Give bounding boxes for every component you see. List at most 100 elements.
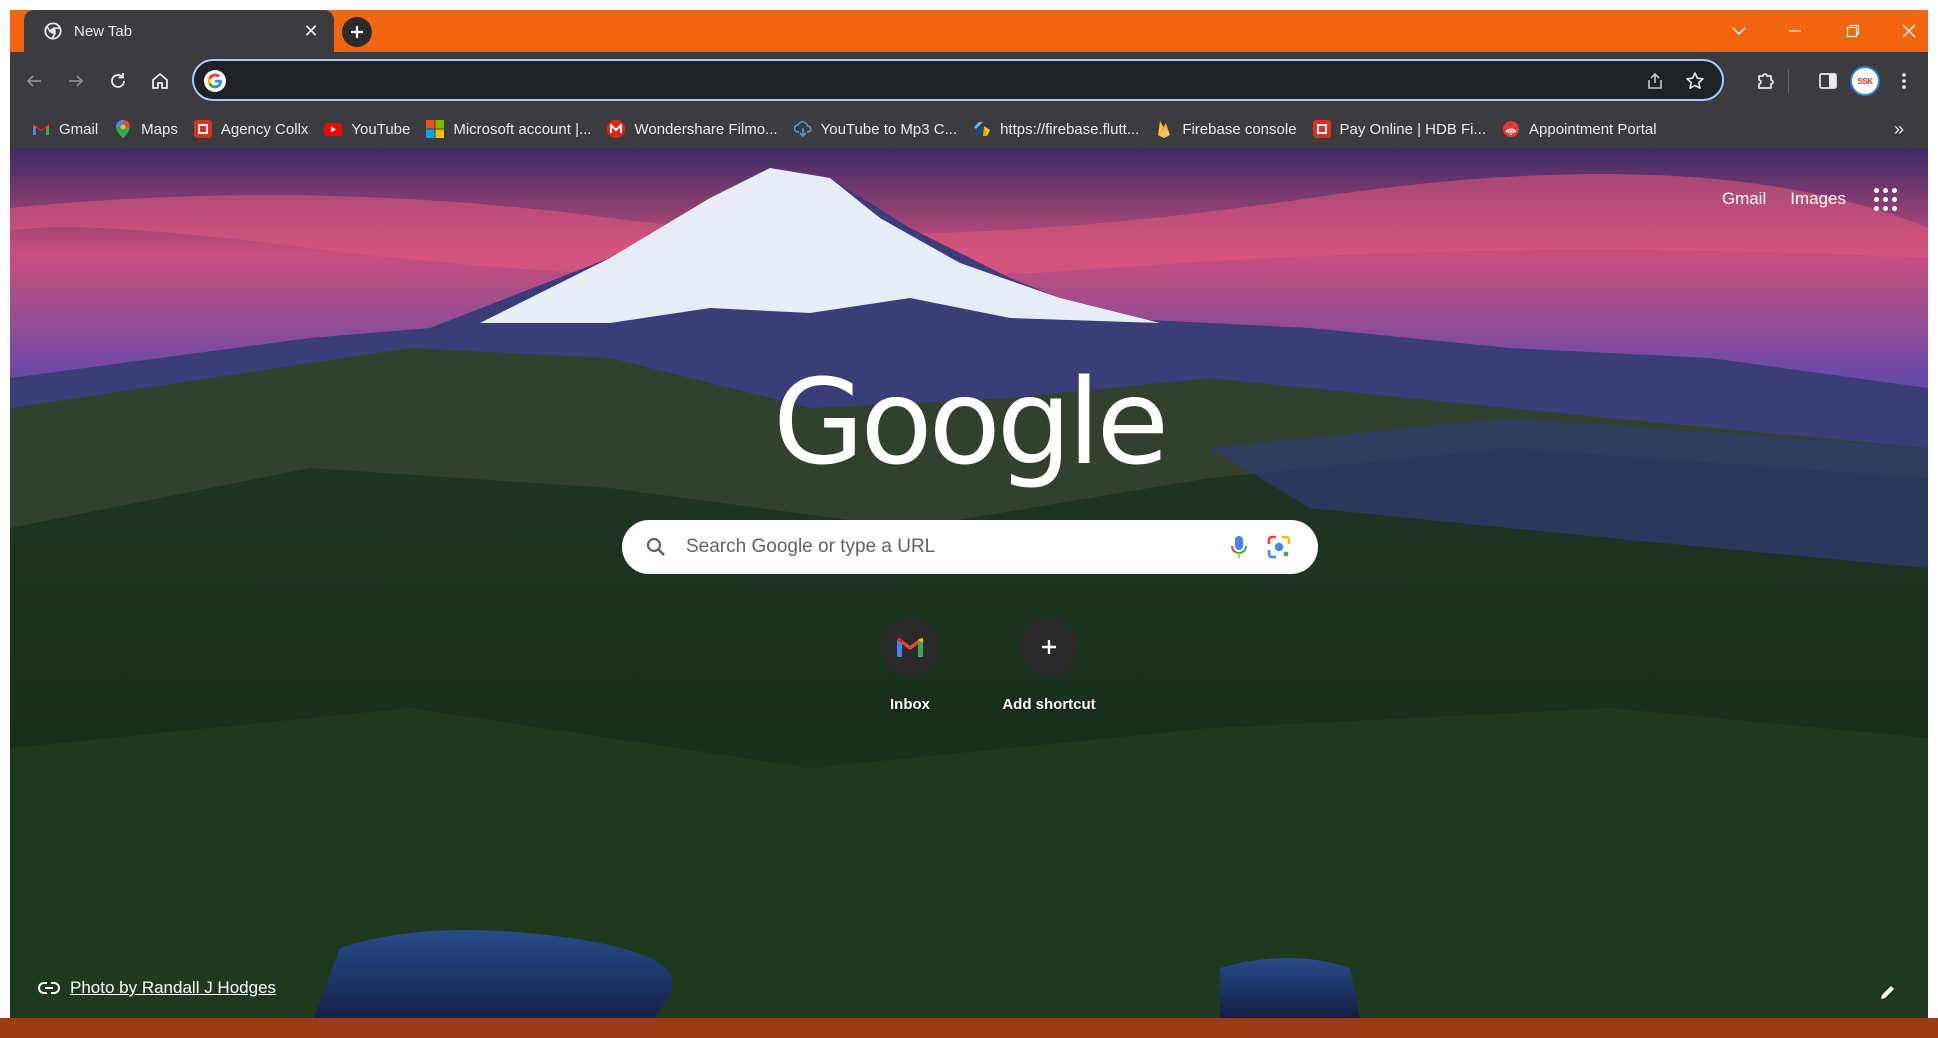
add-shortcut-button[interactable]: Add shortcut (993, 618, 1105, 713)
shortcut-icon-container (881, 618, 939, 676)
share-button[interactable] (1640, 66, 1670, 96)
arrow-right-icon (69, 75, 84, 87)
address-bar[interactable] (192, 59, 1724, 101)
bookmark-label: Agency Collx (220, 120, 309, 138)
firebase-icon (1155, 120, 1173, 138)
side-panel-button[interactable] (1810, 63, 1846, 99)
hdb-icon (193, 120, 212, 138)
bookmark-label: Maps (141, 120, 178, 138)
toolbar-divider (1788, 69, 1789, 93)
bookmark-wondershare[interactable]: Wondershare Filmo... (599, 114, 785, 144)
bookmark-microsoft-account[interactable]: Microsoft account |... (418, 114, 599, 144)
plus-icon (1042, 640, 1056, 654)
extensions-button[interactable] (1748, 63, 1784, 99)
pencil-icon (1881, 986, 1894, 999)
bookmark-label: Firebase console (1182, 120, 1297, 138)
background-photo (10, 148, 1928, 1028)
title-bar: New Tab ✕ (10, 10, 1928, 52)
bookmark-youtube-to-mp3[interactable]: YouTube to Mp3 C... (786, 114, 965, 144)
star-icon (1686, 72, 1704, 89)
gmail-icon (32, 120, 50, 138)
arrow-left-icon (26, 75, 41, 87)
tab-search-button[interactable] (1710, 10, 1768, 52)
forward-button[interactable] (58, 63, 94, 99)
bookmark-label: YouTube (351, 120, 411, 138)
kebab-menu-icon (1902, 73, 1906, 89)
new-tab-page: Gmail Images Google Search Google or typ… (10, 148, 1928, 1028)
apps-grid-icon[interactable] (1870, 184, 1900, 214)
wondershare-icon (607, 120, 626, 138)
home-button[interactable] (142, 63, 178, 99)
google-lens-icon[interactable] (1265, 533, 1293, 561)
microsoft-icon (426, 120, 445, 138)
photo-credit: Photo by Randall J Hodges (38, 978, 276, 998)
chrome-icon (44, 22, 62, 40)
bookmark-pay-online-hdb[interactable]: Pay Online | HDB Fi... (1305, 114, 1494, 144)
toolbar: SSK (10, 52, 1928, 110)
search-input[interactable] (686, 534, 1206, 560)
chrome-menu-button[interactable] (1886, 63, 1922, 99)
restore-icon (1846, 24, 1860, 38)
browser-window: New Tab ✕ SSK Gmail Maps Agency Collx Yo… (10, 10, 1928, 1028)
reload-icon (111, 73, 125, 88)
bookmarks-overflow-button[interactable]: » (1884, 114, 1914, 144)
bookmark-gmail[interactable]: Gmail (24, 114, 106, 144)
bookmark-firebase-console[interactable]: Firebase console (1147, 114, 1304, 144)
images-link[interactable]: Images (1790, 189, 1846, 209)
cloud-download-icon (793, 120, 812, 138)
tab-title: New Tab (74, 22, 133, 40)
top-links: Gmail Images (1722, 184, 1900, 214)
minimize-button[interactable] (1766, 10, 1824, 52)
tab-close-icon[interactable]: ✕ (300, 21, 322, 42)
shortcut-label: Add shortcut (1002, 696, 1096, 713)
photo-credit-link[interactable]: Photo by Randall J Hodges (70, 978, 276, 998)
shortcut-label: Inbox (890, 696, 930, 713)
bookmark-label: Wondershare Filmo... (634, 120, 778, 138)
shortcut-inbox[interactable]: Inbox (854, 618, 966, 713)
bookmark-label: YouTube to Mp3 C... (820, 120, 958, 138)
gmail-link[interactable]: Gmail (1722, 189, 1766, 209)
bookmark-star-button[interactable] (1680, 66, 1710, 96)
new-tab-button[interactable] (342, 17, 372, 47)
bookmark-firebase-flutter[interactable]: https://firebase.flutt... (965, 114, 1147, 144)
bookmark-maps[interactable]: Maps (106, 114, 186, 144)
maps-pin-icon (114, 120, 132, 138)
chevron-double-right-icon: » (1893, 118, 1904, 139)
youtube-icon (324, 120, 343, 138)
voice-search-icon[interactable] (1226, 533, 1252, 561)
flutter-firebase-icon (973, 120, 991, 138)
bookmark-label: https://firebase.flutt... (1000, 120, 1140, 138)
home-icon (152, 73, 168, 89)
address-input[interactable] (238, 67, 1618, 93)
gmail-icon (896, 637, 924, 657)
bookmarks-bar: Gmail Maps Agency Collx YouTube Microsof… (10, 110, 1928, 148)
chevron-down-icon (1732, 27, 1746, 35)
bookmark-label: Pay Online | HDB Fi... (1339, 120, 1486, 138)
hdb-icon (1312, 120, 1331, 138)
bookmark-appointment-portal[interactable]: Appointment Portal (1494, 114, 1665, 144)
google-logo: Google (772, 353, 1169, 491)
shortcut-icon-container (1020, 618, 1078, 676)
bookmark-label: Gmail (59, 120, 99, 138)
bookmark-agency-collx[interactable]: Agency Collx (186, 114, 317, 144)
bookmark-youtube[interactable]: YouTube (316, 114, 418, 144)
google-g-icon (204, 70, 226, 92)
link-icon (38, 982, 60, 994)
minimize-icon (1789, 30, 1801, 32)
profile-avatar[interactable]: SSK (1850, 66, 1880, 96)
close-icon (1902, 24, 1916, 38)
search-box[interactable] (622, 520, 1318, 574)
plus-icon (351, 26, 363, 38)
tab-new-tab[interactable]: New Tab ✕ (24, 10, 334, 52)
back-button[interactable] (16, 63, 52, 99)
search-icon (646, 537, 665, 556)
puzzle-icon (1758, 73, 1774, 89)
close-window-button[interactable] (1880, 10, 1928, 52)
taskbar-edge (0, 1018, 1938, 1038)
bookmark-label: Microsoft account |... (453, 120, 592, 138)
restore-button[interactable] (1824, 10, 1882, 52)
reload-button[interactable] (100, 63, 136, 99)
customize-button[interactable] (1874, 978, 1902, 1006)
bookmark-label: Appointment Portal (1529, 120, 1657, 138)
side-panel-icon (1819, 73, 1837, 89)
